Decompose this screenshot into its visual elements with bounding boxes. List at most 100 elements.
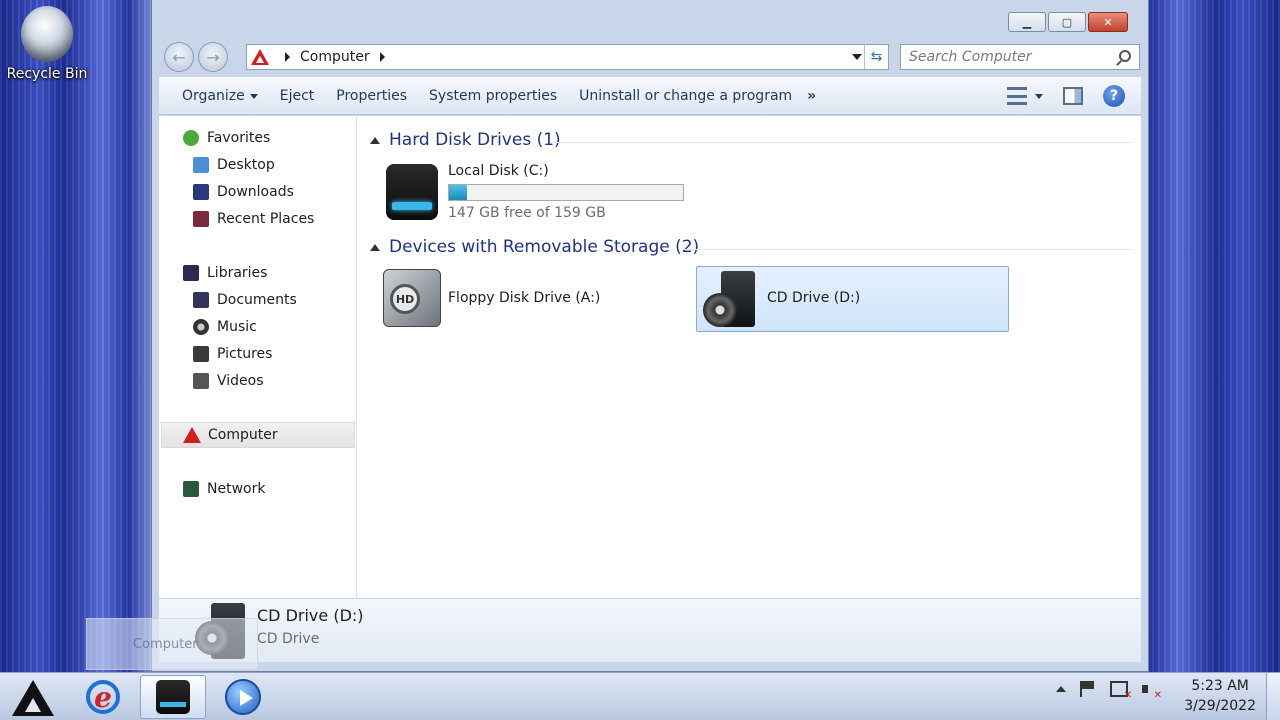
cd-drive-tile[interactable]: CD Drive (D:)	[696, 266, 1009, 332]
nav-computer-label: Computer	[208, 427, 278, 443]
close-button[interactable]: ✕	[1088, 12, 1128, 32]
collapse-icon[interactable]	[370, 243, 380, 251]
group-removable-storage[interactable]: Devices with Removable Storage (2)	[370, 237, 699, 257]
taskbar-explorer[interactable]	[140, 675, 206, 719]
maximize-button[interactable]: ▢	[1048, 12, 1086, 32]
navigation-pane[interactable]: Favorites Desktop Downloads Recent Place…	[159, 116, 357, 598]
search-input[interactable]: Search Computer	[900, 44, 1140, 70]
drag-ghost: Computer	[86, 618, 258, 670]
floppy-icon-label: HD	[390, 284, 420, 314]
clock-time: 5:23 AM	[1191, 678, 1249, 694]
eject-button[interactable]: Eject	[269, 88, 326, 104]
address-dropdown-icon[interactable]	[852, 54, 862, 60]
star-icon	[183, 130, 199, 146]
breadcrumb-computer[interactable]: Computer	[300, 49, 370, 65]
taskbar-internet-explorer[interactable]: e	[70, 675, 136, 719]
command-bar-right: ?	[1007, 85, 1125, 107]
start-button[interactable]	[10, 678, 56, 716]
group-hard-disk-drives[interactable]: Hard Disk Drives (1)	[370, 130, 561, 150]
recycle-bin-icon	[21, 6, 73, 62]
organize-label: Organize	[182, 88, 245, 104]
nav-network-label: Network	[207, 481, 266, 497]
explorer-window: ▁ ▢ ✕ ← → Computer ⇆ Search Computer Org…	[151, 0, 1149, 672]
system-properties-button[interactable]: System properties	[418, 88, 568, 104]
nav-recent-places[interactable]: Recent Places	[193, 208, 314, 230]
views-icon	[1007, 87, 1027, 105]
details-item-type: CD Drive	[257, 631, 320, 647]
nav-libraries-label: Libraries	[207, 265, 268, 281]
nav-pictures[interactable]: Pictures	[193, 343, 272, 365]
pictures-icon	[193, 346, 209, 362]
local-disk-usage-fill	[449, 185, 467, 200]
floppy-drive-icon[interactable]: HD	[383, 269, 441, 327]
nav-desktop-label: Desktop	[217, 157, 275, 173]
title-bar[interactable]: ▁ ▢ ✕	[152, 0, 1148, 40]
help-icon[interactable]: ?	[1103, 85, 1125, 107]
action-center-flag-icon[interactable]	[1080, 681, 1096, 697]
drives-view: Hard Disk Drives (1) Local Disk (C:) 147…	[358, 116, 1141, 598]
divider	[682, 249, 1133, 250]
cd-drive-icon	[703, 271, 755, 329]
forward-arrow-icon: →	[206, 47, 220, 67]
network-icon	[183, 481, 199, 497]
chevron-down-icon	[1035, 93, 1043, 99]
details-pane: CD Drive (D:) CD Drive	[159, 598, 1141, 662]
breadcrumb-arrow-icon[interactable]	[379, 52, 385, 62]
collapse-icon[interactable]	[370, 136, 380, 144]
organize-button[interactable]: Organize	[171, 88, 269, 104]
properties-button[interactable]: Properties	[325, 88, 418, 104]
breadcrumb-arrow-icon[interactable]	[285, 52, 290, 62]
cd-drive-name: CD Drive (D:)	[767, 290, 861, 306]
clock-date: 3/29/2022	[1184, 698, 1256, 714]
taskbar-media-player[interactable]	[210, 675, 276, 719]
address-bar[interactable]: Computer ⇆	[246, 44, 889, 70]
system-tray	[1056, 681, 1162, 701]
refresh-button[interactable]: ⇆	[864, 45, 888, 69]
divider	[554, 142, 1133, 143]
floppy-drive-name[interactable]: Floppy Disk Drive (A:)	[448, 290, 600, 306]
taskbar: e 5:23 AM 3/29/2022	[0, 672, 1280, 720]
show-hidden-icons-icon[interactable]	[1056, 686, 1066, 692]
search-placeholder: Search Computer	[909, 49, 1032, 65]
recycle-bin-label: Recycle Bin	[6, 66, 88, 82]
clock[interactable]: 5:23 AM 3/29/2022	[1184, 676, 1256, 716]
window-controls: ▁ ▢ ✕	[1008, 12, 1128, 32]
change-view-button[interactable]	[1007, 87, 1043, 105]
local-disk-usage-bar	[448, 184, 684, 201]
local-disk-icon[interactable]	[386, 164, 438, 220]
recycle-bin-shortcut[interactable]: Recycle Bin	[4, 6, 90, 82]
local-disk-free-space: 147 GB free of 159 GB	[448, 205, 606, 221]
nav-downloads[interactable]: Downloads	[193, 181, 294, 203]
nav-videos[interactable]: Videos	[193, 370, 264, 392]
nav-libraries[interactable]: Libraries	[183, 262, 267, 284]
network-status-icon[interactable]	[1110, 681, 1132, 701]
recent-places-icon	[193, 211, 209, 227]
search-icon[interactable]	[1119, 50, 1131, 62]
nav-network[interactable]: Network	[183, 478, 265, 500]
group-hard-disk-label: Hard Disk Drives (1)	[389, 130, 561, 150]
nav-computer[interactable]: Computer	[161, 422, 355, 448]
nav-desktop[interactable]: Desktop	[193, 154, 275, 176]
computer-icon	[183, 427, 201, 443]
videos-icon	[193, 373, 209, 389]
nav-music[interactable]: Music	[193, 316, 257, 338]
show-desktop-button[interactable]	[1266, 673, 1280, 720]
more-commands-button[interactable]: »	[807, 88, 816, 104]
internet-explorer-icon: e	[86, 680, 120, 714]
preview-pane-icon[interactable]	[1063, 87, 1083, 105]
volume-icon[interactable]	[1142, 681, 1162, 701]
downloads-icon	[193, 184, 209, 200]
nav-downloads-label: Downloads	[217, 184, 294, 200]
nav-recent-places-label: Recent Places	[217, 211, 315, 227]
music-icon	[193, 319, 209, 335]
local-disk-name[interactable]: Local Disk (C:)	[448, 163, 549, 179]
forward-button[interactable]: →	[198, 42, 228, 72]
nav-music-label: Music	[217, 319, 257, 335]
nav-favorites[interactable]: Favorites	[183, 127, 270, 149]
minimize-button[interactable]: ▁	[1008, 12, 1046, 32]
back-button[interactable]: ←	[164, 42, 194, 72]
start-logo-cutout	[25, 698, 41, 712]
libraries-icon	[183, 265, 199, 281]
uninstall-program-button[interactable]: Uninstall or change a program	[568, 88, 803, 104]
nav-documents[interactable]: Documents	[193, 289, 297, 311]
